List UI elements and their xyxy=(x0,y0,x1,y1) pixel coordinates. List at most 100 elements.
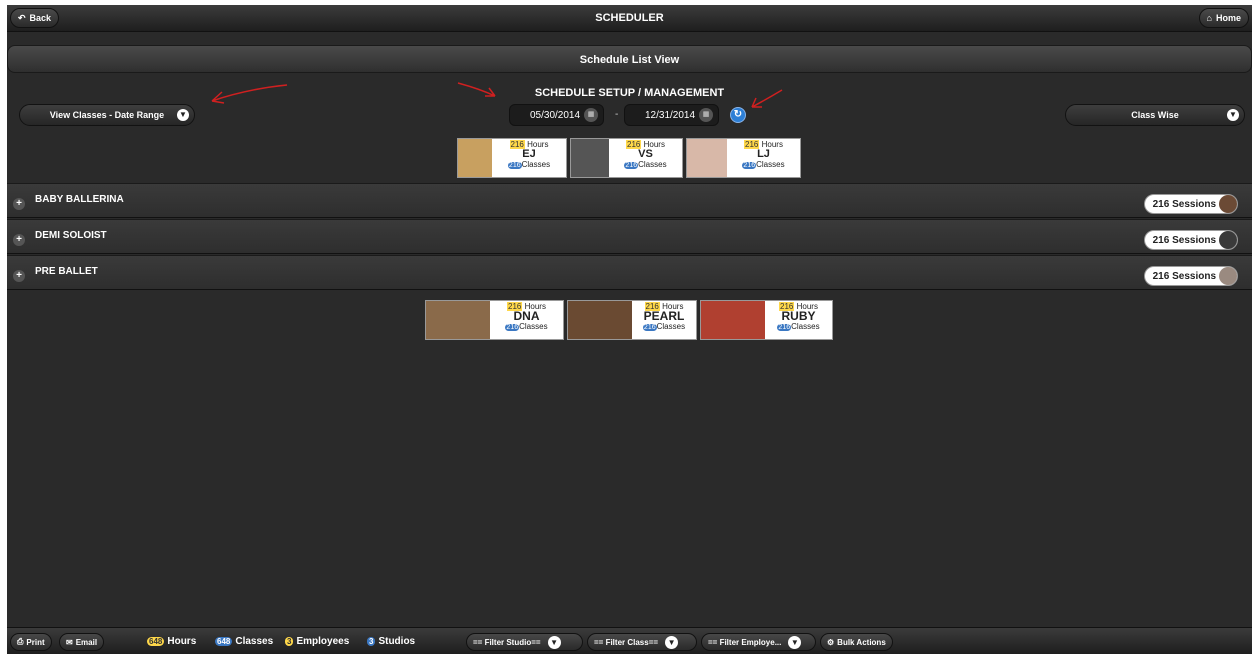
total-classes-badge: 648 xyxy=(215,637,233,646)
studio-photo xyxy=(568,301,632,339)
filter-employee-label: == Filter Employe... xyxy=(708,637,782,647)
footer-bar: ⎙ Print ✉ Email 648 Hours 648 Classes 3 … xyxy=(7,627,1252,654)
classes-count: 216 xyxy=(642,324,657,331)
page-title: SCHEDULER xyxy=(595,12,664,24)
classes-label: Classes xyxy=(791,322,820,331)
end-date-field[interactable]: 12/31/2014 ▦ xyxy=(624,104,719,126)
sessions-badge[interactable]: 216 Sessions xyxy=(1143,266,1238,286)
start-date-field[interactable]: 05/30/2014 ▦ xyxy=(509,104,604,126)
total-hours-label: Hours xyxy=(167,636,197,647)
class-name: DEMI SOLOIST xyxy=(35,230,107,241)
calendar-icon[interactable]: ▦ xyxy=(699,108,713,122)
classes-label: Classes xyxy=(519,322,548,331)
gear-icon: ⚙ xyxy=(827,637,835,647)
classes-count: 216 xyxy=(742,162,757,169)
view-classes-value: View Classes - Date Range xyxy=(49,110,165,120)
total-employees-badge: 3 xyxy=(285,637,294,646)
chevron-down-icon: ▼ xyxy=(1227,109,1239,121)
studio-code: DNA xyxy=(513,309,540,323)
filter-studio-label: == Filter Studio== xyxy=(473,637,541,647)
bulk-actions-label: Bulk Actions xyxy=(837,637,886,647)
total-employees-label: Employees xyxy=(296,636,350,647)
expand-plus-icon[interactable]: + xyxy=(13,234,25,246)
schedule-list-view-bar[interactable]: Schedule List View xyxy=(7,45,1252,73)
classes-count: 216 xyxy=(777,324,792,331)
studio-photo xyxy=(426,301,490,339)
studio-photo xyxy=(701,301,765,339)
class-row[interactable]: + BABY BALLERINA 216 Sessions xyxy=(7,183,1252,218)
view-classes-select[interactable]: View Classes - Date Range ▼ xyxy=(19,104,195,126)
employee-card[interactable]: 216 Hours EJ 216Classes xyxy=(457,138,567,178)
studio-code: PEARL xyxy=(643,309,685,323)
employee-photo xyxy=(458,139,492,177)
filter-studio-select[interactable]: == Filter Studio== ▼ xyxy=(466,633,583,651)
employee-card[interactable]: 216 Hours LJ 216Classes xyxy=(686,138,801,178)
avatar xyxy=(1219,231,1237,249)
classes-stat: 648 Classes xyxy=(215,636,273,647)
class-name: PRE BALLET xyxy=(35,266,98,277)
total-hours-badge: 648 xyxy=(147,637,165,646)
total-classes-label: Classes xyxy=(235,636,274,647)
end-date-value: 12/31/2014 xyxy=(645,109,696,121)
employee-code: LJ xyxy=(757,148,770,160)
expand-plus-icon[interactable]: + xyxy=(13,270,25,282)
start-date-value: 05/30/2014 xyxy=(530,109,581,121)
filter-class-label: == Filter Class== xyxy=(594,637,659,647)
studio-card[interactable]: 216 Hours DNA 216Classes xyxy=(425,300,564,340)
envelope-icon: ✉ xyxy=(66,637,73,647)
annotation-arrow-icon xyxy=(457,82,496,97)
expand-plus-icon[interactable]: + xyxy=(13,198,25,210)
calendar-icon[interactable]: ▦ xyxy=(584,108,598,122)
filter-icon: ▼ xyxy=(547,635,561,649)
classes-label: Classes xyxy=(756,160,785,169)
chevron-down-icon: ▼ xyxy=(177,109,189,121)
class-name: BABY BALLERINA xyxy=(35,194,124,205)
employees-stat: 3 Employees xyxy=(285,636,349,647)
home-button[interactable]: ⌂ Home xyxy=(1198,8,1249,28)
employee-code: EJ xyxy=(522,148,536,160)
refresh-icon[interactable]: ↻ xyxy=(730,107,746,123)
filter-employee-select[interactable]: == Filter Employe... ▼ xyxy=(701,633,816,651)
class-row[interactable]: + PRE BALLET 216 Sessions xyxy=(7,255,1252,290)
total-studios-badge: 3 xyxy=(367,637,376,646)
studio-card[interactable]: 216 Hours PEARL 216Classes xyxy=(567,300,697,340)
email-label: Email xyxy=(75,637,98,647)
classes-count: 216 xyxy=(507,162,522,169)
employee-code: VS xyxy=(638,148,653,160)
hours-stat: 648 Hours xyxy=(147,636,196,647)
sessions-label: 216 Sessions xyxy=(1152,198,1216,210)
annotation-arrow-icon xyxy=(751,89,783,108)
employee-photo xyxy=(571,139,609,177)
employee-card[interactable]: 216 Hours VS 216Classes xyxy=(570,138,683,178)
avatar xyxy=(1219,267,1237,285)
classes-count: 216 xyxy=(624,162,639,169)
date-separator: - xyxy=(615,109,619,120)
classes-count: 216 xyxy=(505,324,520,331)
class-row[interactable]: + DEMI SOLOIST 216 Sessions xyxy=(7,219,1252,254)
class-wise-value: Class Wise xyxy=(1131,110,1179,120)
studio-card[interactable]: 216 Hours RUBY 216Classes xyxy=(700,300,833,340)
printer-icon: ⎙ xyxy=(17,637,24,646)
classes-label: Classes xyxy=(638,160,667,169)
print-button[interactable]: ⎙ Print xyxy=(10,633,52,651)
filter-icon: ▼ xyxy=(665,635,679,649)
print-label: Print xyxy=(26,637,45,647)
top-bar: ↶ Back SCHEDULER ⌂ Home xyxy=(7,5,1252,32)
filter-icon: ▼ xyxy=(788,635,802,649)
studio-code: RUBY xyxy=(781,309,816,323)
filter-class-select[interactable]: == Filter Class== ▼ xyxy=(587,633,697,651)
sessions-badge[interactable]: 216 Sessions xyxy=(1143,230,1238,250)
avatar xyxy=(1219,195,1237,213)
bulk-actions-button[interactable]: ⚙ Bulk Actions xyxy=(820,633,893,651)
sessions-badge[interactable]: 216 Sessions xyxy=(1143,194,1238,214)
total-studios-label: Studios xyxy=(378,636,416,647)
classes-label: Classes xyxy=(521,160,551,169)
email-button[interactable]: ✉ Email xyxy=(59,633,105,651)
classes-label: Classes xyxy=(656,322,686,331)
class-wise-select[interactable]: Class Wise ▼ xyxy=(1065,104,1245,126)
studios-stat: 3 Studios xyxy=(367,636,415,647)
employee-photo xyxy=(687,139,727,177)
sessions-label: 216 Sessions xyxy=(1152,270,1216,282)
sessions-label: 216 Sessions xyxy=(1152,234,1216,246)
home-icon: ⌂ xyxy=(1206,13,1212,23)
